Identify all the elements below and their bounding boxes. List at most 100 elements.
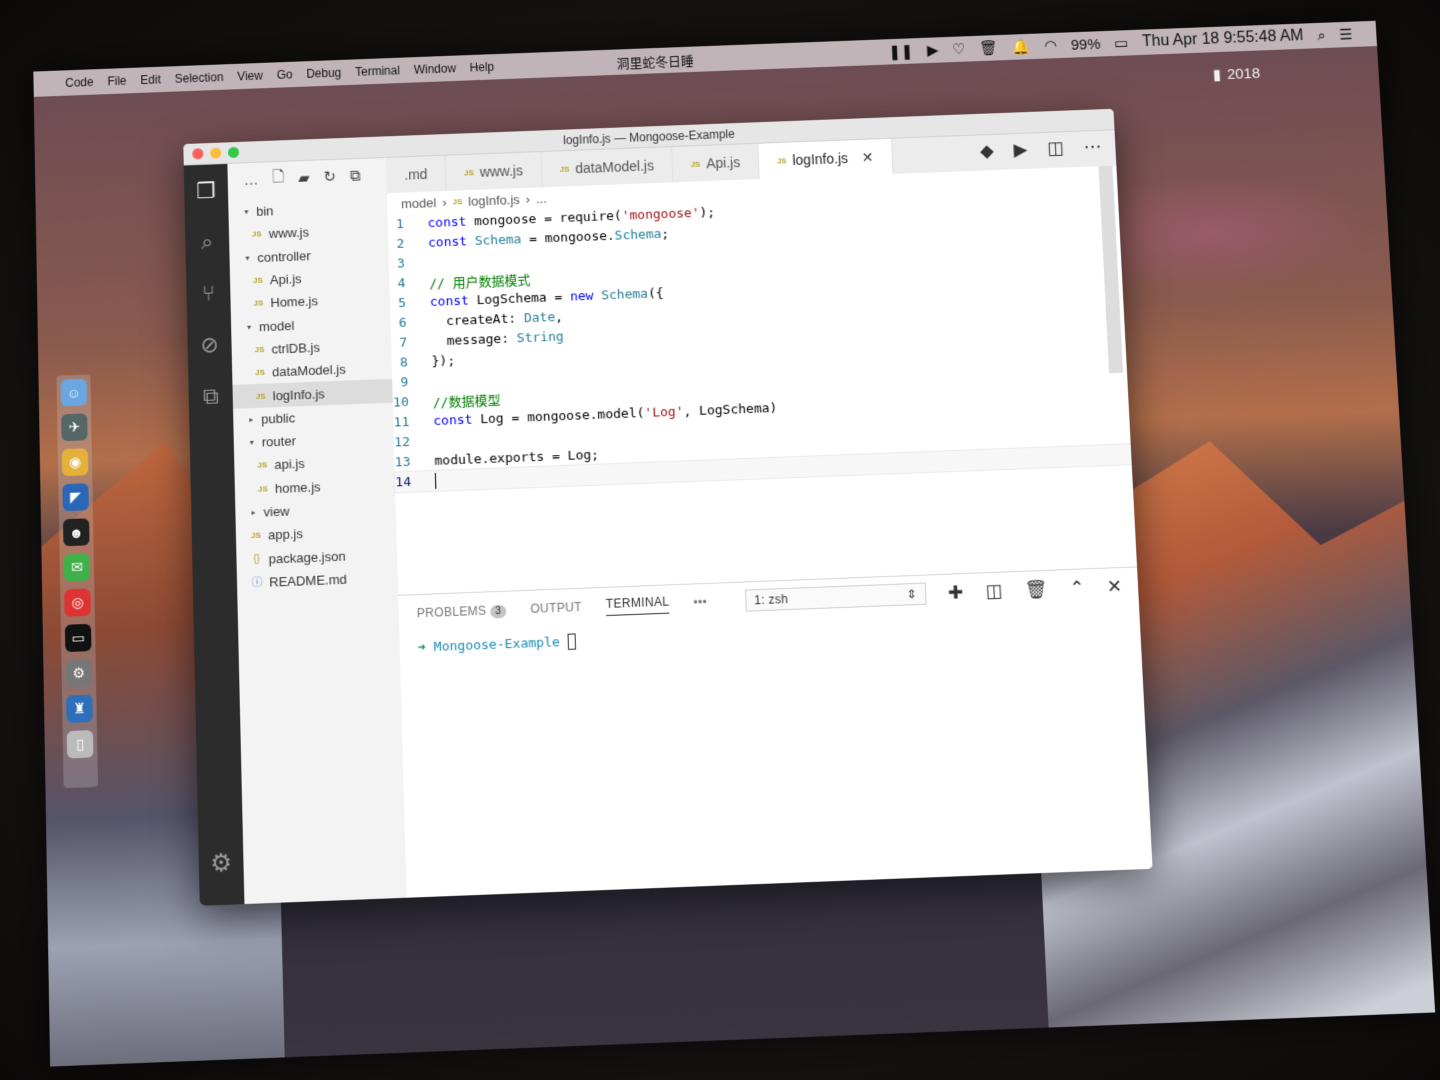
breadcrumb-file[interactable]: logInfo.js (468, 192, 520, 209)
collapse-all-icon[interactable]: ⧉ (350, 167, 361, 184)
close-tab-icon[interactable]: ✕ (861, 149, 873, 166)
editor-tab-label: www.js (480, 163, 524, 180)
editor-tab[interactable]: JS Api.js (672, 144, 760, 183)
js-file-icon: JS (253, 391, 269, 401)
editor-tab[interactable]: JS dataModel.js (541, 147, 673, 187)
menu-help[interactable]: Help (470, 60, 495, 75)
new-file-icon[interactable]: 🗋 (272, 166, 285, 191)
maximize-panel-icon[interactable]: ⌃ (1069, 577, 1085, 599)
dock: ☺ ✈ ◉ ◤ ☻ ✉ ◎ ▭ ⚙ ♜ ▯ (56, 374, 98, 788)
menu-terminal[interactable]: Terminal (355, 64, 400, 79)
menu-window[interactable]: Window (414, 61, 457, 76)
prompt-directory: Mongoose-Example (434, 635, 560, 655)
js-file-icon: JS (254, 461, 270, 471)
menu-code[interactable]: Code (65, 75, 94, 90)
problems-count-badge: 3 (490, 604, 506, 618)
qq-icon[interactable]: ☻ (63, 518, 90, 546)
search-icon[interactable]: ⌕ (1317, 27, 1326, 44)
menu-view[interactable]: View (237, 69, 263, 84)
file-tree: ▾ bin JS www.js ▾ controller JS Api.js JS Home.js… (228, 191, 398, 595)
bell-icon[interactable]: 🔔 (1011, 38, 1030, 56)
git-compare-icon[interactable]: ◆ (980, 141, 995, 162)
split-editor-icon[interactable]: ◫ (1047, 138, 1065, 159)
menu-file[interactable]: File (107, 74, 126, 88)
explorer-icon[interactable]: ❐ (193, 178, 219, 204)
notification-list-icon[interactable]: ☰ (1339, 26, 1353, 44)
editor-tab[interactable]: JS www.js (446, 152, 543, 191)
terminal-select-value: 1: zsh (754, 592, 789, 607)
js-file-icon: JS (452, 197, 462, 206)
more-actions-icon[interactable]: ⋯ (1083, 137, 1102, 158)
app-store-icon[interactable]: ♜ (66, 695, 93, 723)
js-file-icon: JS (255, 484, 271, 494)
pause-icon[interactable]: ❚❚ (888, 42, 914, 60)
tree-file[interactable]: ⓘ README.md (237, 565, 398, 595)
code-editor[interactable]: 1 const mongoose = require('mongoose'); 2 c… (388, 187, 1132, 492)
launchpad-icon[interactable]: ✈ (61, 413, 87, 441)
desktop-folder-label: 2018 (1227, 65, 1261, 83)
close-panel-icon[interactable]: ✕ (1106, 576, 1122, 598)
source-control-icon[interactable]: ⑂ (195, 280, 221, 307)
tree-item-label: public (261, 410, 295, 426)
menu-go[interactable]: Go (276, 68, 292, 82)
system-preferences-icon[interactable]: ⚙ (65, 659, 92, 687)
extensions-icon[interactable]: ⧉ (197, 383, 224, 410)
breadcrumb-separator-icon: › (526, 191, 531, 206)
menu-edit[interactable]: Edit (140, 73, 161, 87)
tab-terminal[interactable]: TERMINAL (606, 594, 670, 616)
line-number: 3 (389, 255, 429, 271)
code-text: createAt: Date, (430, 309, 563, 329)
play-icon[interactable]: ▶ (927, 41, 939, 59)
chrome-icon[interactable]: ◉ (62, 448, 89, 476)
gear-icon[interactable]: ⚙ (210, 848, 232, 879)
refresh-icon[interactable]: ↻ (323, 168, 336, 186)
tab-output[interactable]: OUTPUT (530, 600, 582, 616)
terminal-icon[interactable]: ▭ (65, 624, 92, 652)
code-text: // 用户数据模式 (429, 269, 531, 292)
line-number: 11 (393, 414, 433, 430)
more-icon[interactable]: … (243, 171, 258, 188)
new-folder-icon[interactable]: ▰ (298, 169, 310, 187)
trash-icon[interactable]: ▯ (67, 730, 94, 758)
clock[interactable]: Thu Apr 18 9:55:48 AM (1142, 27, 1304, 51)
new-terminal-icon[interactable]: ✚ (948, 582, 964, 604)
debug-icon[interactable]: ⊘ (196, 332, 222, 359)
tab-problems[interactable]: PROBLEMS 3 (417, 602, 507, 621)
vscode-icon[interactable]: ◤ (62, 483, 89, 511)
breadcrumb-folder[interactable]: model (401, 195, 437, 211)
photo-frame: Code File Edit Selection View Go Debug Terminal… (0, 0, 1440, 1080)
split-terminal-icon[interactable]: ◫ (985, 581, 1003, 603)
editor-tab[interactable]: .md (386, 156, 447, 194)
kill-terminal-icon[interactable]: 🗑 (1024, 579, 1048, 601)
editor-actions: ◆ ▶ ◫ ⋯ (980, 137, 1102, 162)
battery-icon[interactable]: ▭ (1114, 34, 1129, 52)
breadcrumb-more[interactable]: ... (536, 191, 547, 206)
heart-icon[interactable]: ♡ (952, 40, 966, 58)
tree-item-label: ctrlDB.js (271, 340, 320, 357)
tree-item-label: controller (257, 248, 311, 265)
code-text: }); (431, 353, 455, 369)
wifi-icon[interactable]: ◠ (1044, 37, 1058, 55)
editor-tab[interactable]: JS logInfo.js ✕ (758, 139, 893, 179)
tree-item-label: package.json (268, 548, 345, 566)
panel-more[interactable]: ••• (693, 595, 707, 610)
finder-icon[interactable]: ☺ (61, 379, 87, 407)
chevron-down-icon: ▾ (240, 207, 252, 216)
desktop-folder[interactable]: ▮ 2018 (1212, 64, 1260, 83)
menu-selection[interactable]: Selection (175, 70, 224, 85)
trash-status-icon[interactable]: 🗑 (979, 39, 999, 57)
tree-item-label: home.js (275, 479, 321, 496)
chevron-down-icon: ▾ (241, 253, 253, 262)
line-number: 1 (388, 216, 428, 232)
netease-music-icon[interactable]: ◎ (64, 589, 91, 617)
battery-percent[interactable]: 99% (1070, 36, 1100, 54)
js-file-icon: JS (777, 156, 787, 165)
search-view-icon[interactable]: ⌕ (194, 229, 220, 256)
menu-debug[interactable]: Debug (306, 66, 341, 81)
chevron-right-icon: ▸ (245, 415, 257, 424)
menubar-center-text: 洞里蛇冬日睡 (616, 50, 694, 71)
wechat-icon[interactable]: ✉ (64, 553, 91, 581)
terminal-select[interactable]: 1: zsh ⇕ (745, 583, 927, 612)
run-icon[interactable]: ▶ (1013, 139, 1028, 160)
line-number: 5 (390, 295, 430, 311)
